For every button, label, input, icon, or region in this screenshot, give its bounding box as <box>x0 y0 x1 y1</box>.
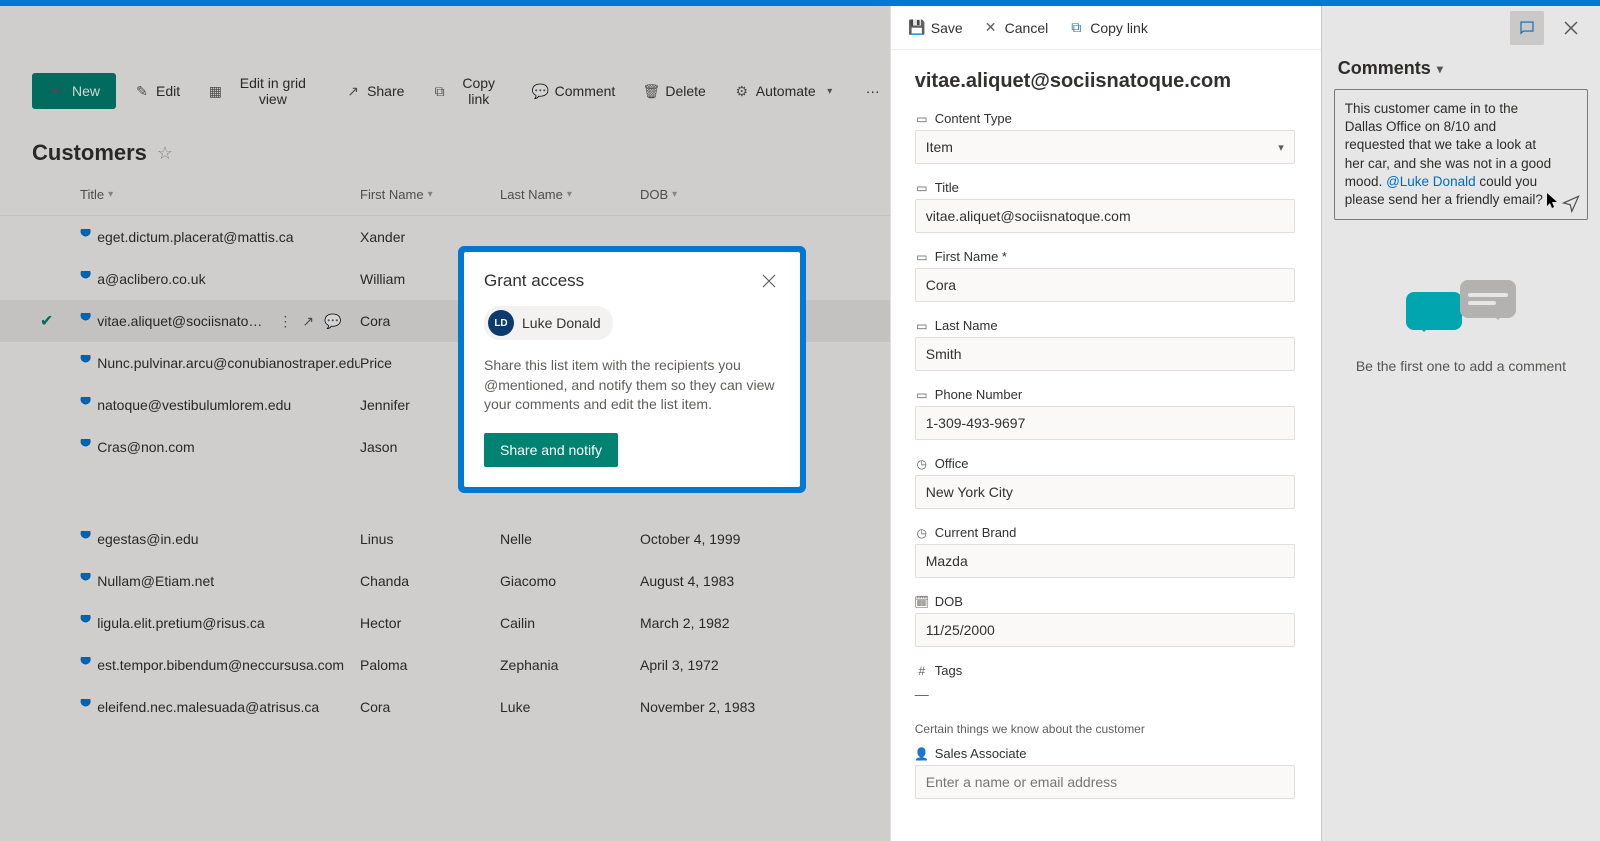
comments-title[interactable]: Comments ▾ <box>1322 50 1600 89</box>
empty-illustration <box>1406 280 1516 340</box>
comments-panel: Comments ▾ This customer came in to the … <box>1321 6 1600 841</box>
dp-copylink-button[interactable]: ⧉ Copy link <box>1060 12 1156 44</box>
dob-input[interactable] <box>915 613 1295 647</box>
field-office: ◷Office <box>915 456 1301 509</box>
text-icon: ▭ <box>915 319 929 333</box>
text-icon: ▭ <box>915 250 929 264</box>
office-input[interactable] <box>915 475 1295 509</box>
field-salesassoc: 👤Sales Associate <box>915 746 1301 799</box>
field-contenttype: ▭Content Type Item▾ <box>915 111 1301 164</box>
avatar: LD <box>488 310 514 336</box>
close-icon: ✕ <box>983 20 999 36</box>
choice-icon: ◷ <box>915 526 929 540</box>
empty-text: Be the first one to add a comment <box>1356 358 1566 374</box>
dialog-title: Grant access <box>484 271 584 291</box>
close-panel-button[interactable] <box>1554 11 1588 45</box>
phone-input[interactable] <box>915 406 1295 440</box>
send-icon <box>1561 193 1581 213</box>
comments-empty-state: Be the first one to add a comment <box>1322 220 1600 841</box>
person-name: Luke Donald <box>522 315 601 331</box>
tags-value[interactable]: — <box>915 682 1301 706</box>
firstname-input[interactable] <box>915 268 1295 302</box>
send-comment-button[interactable] <box>1561 193 1581 213</box>
dp-copylink-label: Copy link <box>1090 20 1148 36</box>
save-button[interactable]: 💾 Save <box>901 12 971 44</box>
cancel-label: Cancel <box>1005 20 1049 36</box>
link-icon: ⧉ <box>1068 20 1084 36</box>
save-label: Save <box>931 20 963 36</box>
brand-input[interactable] <box>915 544 1295 578</box>
close-icon <box>762 274 776 288</box>
field-lastname: ▭Last Name <box>915 318 1301 371</box>
chat-icon <box>1518 19 1536 37</box>
details-panel: 💾 Save ✕ Cancel ⧉ Copy link vitae.aliquet@s… <box>890 6 1321 841</box>
toggle-comments-button[interactable] <box>1510 11 1544 45</box>
cancel-button[interactable]: ✕ Cancel <box>975 12 1057 44</box>
mention-chip[interactable]: @Luke Donald <box>1386 174 1476 189</box>
text-icon: ▭ <box>915 181 929 195</box>
dialog-close-button[interactable] <box>758 270 780 292</box>
section-label: Certain things we know about the custome… <box>915 722 1301 736</box>
calendar-icon: 🗓 <box>915 595 929 609</box>
primary-label: Share and notify <box>500 442 602 458</box>
field-tags: #Tags — <box>915 663 1301 706</box>
field-phone: ▭Phone Number <box>915 387 1301 440</box>
salesassoc-input[interactable] <box>915 765 1295 799</box>
lastname-input[interactable] <box>915 337 1295 371</box>
details-toolbar: 💾 Save ✕ Cancel ⧉ Copy link <box>891 6 1321 50</box>
share-and-notify-button[interactable]: Share and notify <box>484 433 618 467</box>
contenttype-select[interactable]: Item▾ <box>915 130 1295 164</box>
field-dob: 🗓DOB <box>915 594 1301 647</box>
chevron-down-icon: ▾ <box>1278 141 1284 154</box>
comment-input[interactable]: This customer came in to the Dallas Offi… <box>1334 89 1588 220</box>
choice-icon: ◷ <box>915 457 929 471</box>
title-input[interactable] <box>915 199 1295 233</box>
person-pill[interactable]: LD Luke Donald <box>484 306 613 340</box>
contenttype-icon: ▭ <box>915 112 929 126</box>
field-title: ▭Title <box>915 180 1301 233</box>
dialog-description: Share this list item with the recipients… <box>484 356 780 415</box>
field-brand: ◷Current Brand <box>915 525 1301 578</box>
chevron-down-icon: ▾ <box>1437 62 1443 76</box>
details-title: vitae.aliquet@sociisnatoque.com <box>915 70 1301 93</box>
person-icon: 👤 <box>915 747 929 761</box>
field-firstname: ▭First Name * <box>915 249 1301 302</box>
save-icon: 💾 <box>909 20 925 36</box>
text-icon: ▭ <box>915 388 929 402</box>
grant-access-dialog: Grant access LD Luke Donald Share this l… <box>464 252 800 487</box>
close-icon <box>1564 21 1578 35</box>
tag-icon: # <box>915 664 929 678</box>
details-body: vitae.aliquet@sociisnatoque.com ▭Content… <box>891 50 1321 841</box>
comments-header-actions <box>1322 6 1600 50</box>
